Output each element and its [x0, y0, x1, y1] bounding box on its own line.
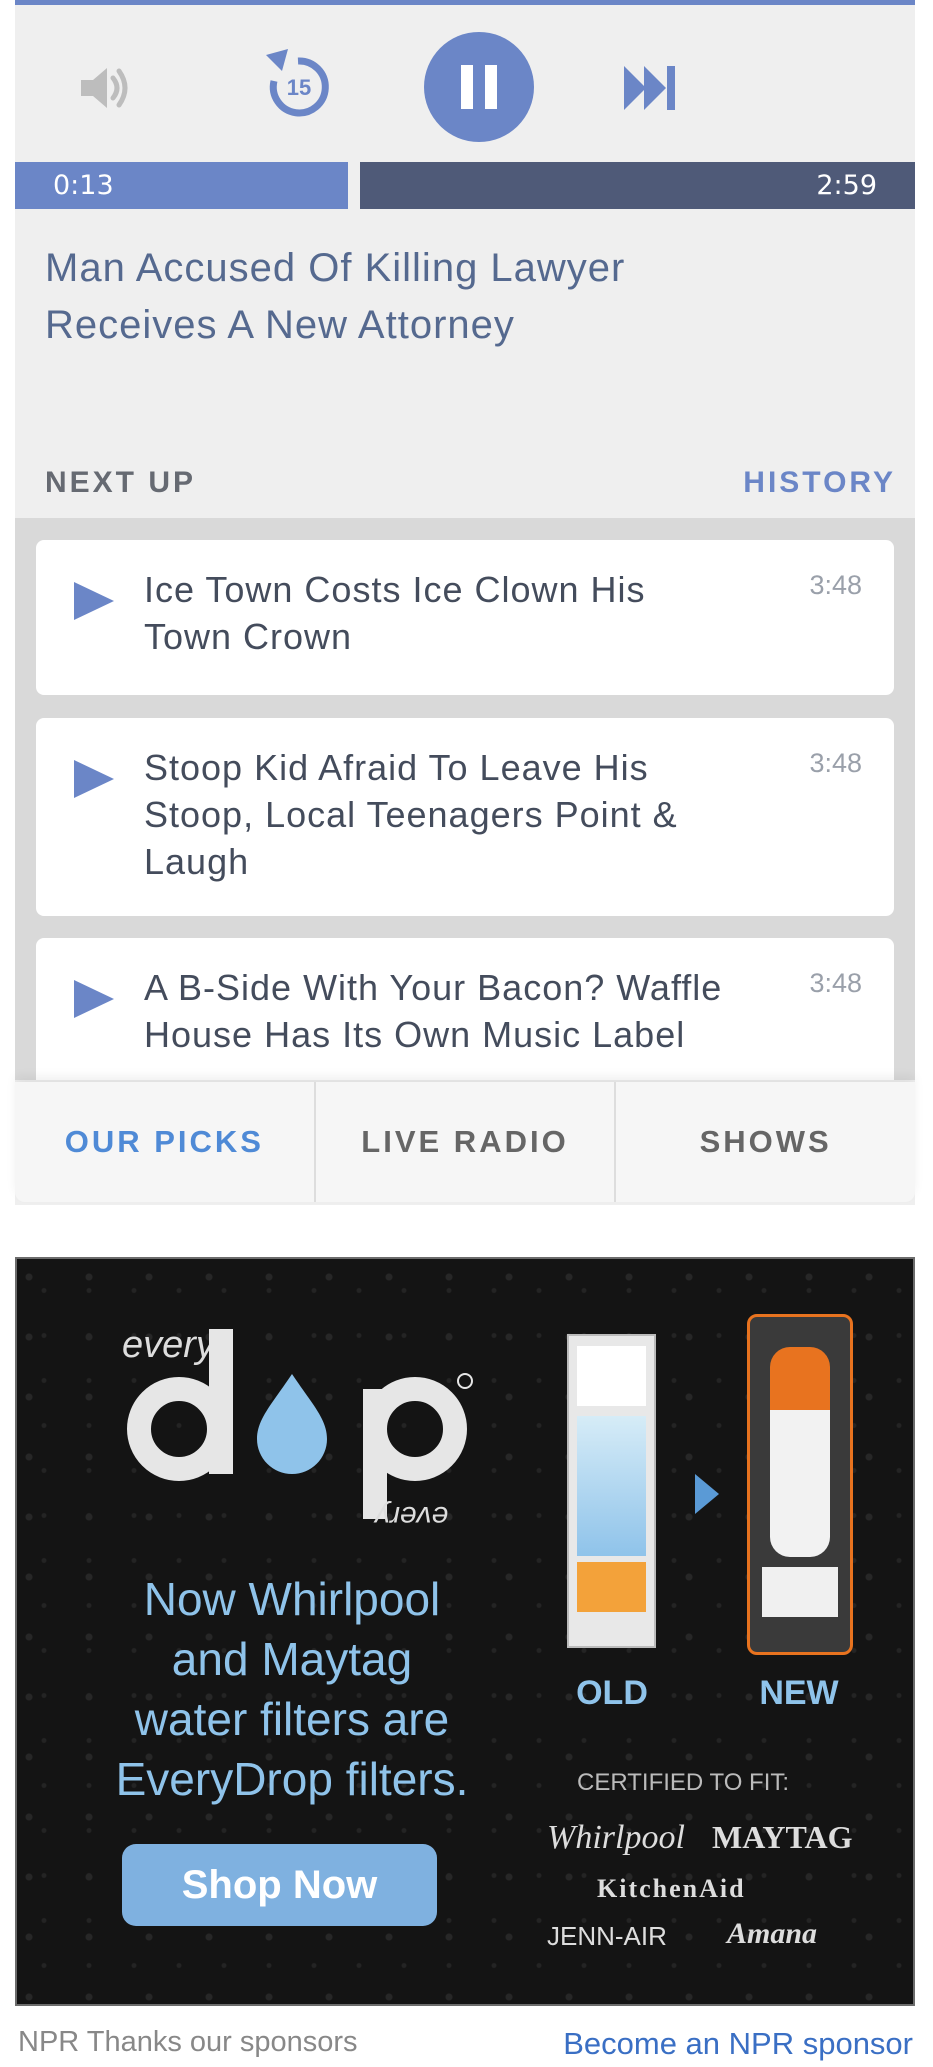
queue-item-title: Ice Town Costs Ice Clown His Town Crown	[144, 569, 646, 657]
current-time: 0:13	[53, 170, 114, 201]
tab-our-picks[interactable]: OUR PICKS	[15, 1082, 314, 1202]
tab-shows[interactable]: SHOWS	[614, 1082, 915, 1202]
play-icon[interactable]	[74, 760, 114, 798]
arrow-icon	[695, 1474, 719, 1514]
ad-line-4: EveryDrop filters.	[115, 1753, 469, 1805]
sponsor-ad[interactable]: every every Now Whirlpool and Maytag wat…	[15, 1257, 915, 2006]
ad-brand-bottom: every	[375, 1500, 449, 1533]
brand-maytag: MAYTAG	[712, 1819, 853, 1855]
brand-amana: Amana	[727, 1917, 818, 1950]
queue-item-duration: 3:48	[809, 748, 862, 778]
become-sponsor-link[interactable]: Become an NPR sponsor	[563, 2026, 913, 2062]
progress-bar-remaining[interactable]: 2:59	[360, 162, 915, 209]
progress-bar-played[interactable]: 0:13	[15, 162, 348, 209]
brand-jennair: JENN-AIR	[547, 1921, 667, 1951]
queue-item[interactable]: A B-Side With Your Bacon? Waffle House H…	[36, 938, 894, 1080]
queue-item[interactable]: Stoop Kid Afraid To Leave His Stoop, Loc…	[36, 718, 894, 916]
next-up-label: NEXT UP	[45, 466, 197, 499]
brand-kitchenaid: KitchenAid	[597, 1874, 746, 1903]
pause-button[interactable]	[424, 32, 534, 142]
ad-line-3: water filters are	[134, 1693, 450, 1745]
bottom-tab-bar: OUR PICKS LIVE RADIO SHOWS	[15, 1082, 915, 1202]
player-top-border	[15, 0, 915, 5]
certified-label: CERTIFIED TO FIT:	[577, 1769, 790, 1796]
sponsor-thanks-text: NPR Thanks our sponsors	[18, 2026, 358, 2058]
now-playing-title: Man Accused Of Killing Lawyer Receives A…	[45, 246, 626, 347]
everydrop-logo	[127, 1329, 473, 1519]
queue-item-title: A B-Side With Your Bacon? Waffle House H…	[144, 967, 723, 1055]
volume-icon[interactable]	[70, 55, 140, 120]
queue-list: Ice Town Costs Ice Clown His Town Crown …	[15, 518, 915, 1080]
play-icon[interactable]	[74, 980, 114, 1018]
queue-item-duration: 3:48	[809, 968, 862, 998]
brand-whirlpool: Whirlpool	[547, 1819, 685, 1856]
play-icon[interactable]	[74, 582, 114, 620]
queue-item[interactable]: Ice Town Costs Ice Clown His Town Crown …	[36, 540, 894, 695]
queue-item-duration: 3:48	[809, 570, 862, 600]
pause-icon-bar	[485, 65, 497, 109]
new-filter-image	[747, 1314, 853, 1655]
new-label: NEW	[759, 1674, 839, 1712]
rewind-15-icon[interactable]: 15	[255, 45, 340, 125]
total-time: 2:59	[816, 170, 877, 201]
skip-next-icon[interactable]	[615, 55, 685, 120]
pause-icon	[461, 65, 473, 109]
shop-now-button[interactable]: Shop Now	[122, 1844, 437, 1926]
tab-live-radio[interactable]: LIVE RADIO	[313, 1082, 615, 1202]
ad-line-1: Now Whirlpool	[143, 1573, 441, 1625]
old-filter-image	[567, 1334, 656, 1648]
old-label: OLD	[576, 1674, 648, 1712]
rewind-label: 15	[286, 75, 310, 100]
queue-item-title: Stoop Kid Afraid To Leave His Stoop, Loc…	[144, 747, 678, 882]
history-link[interactable]: HISTORY	[743, 466, 896, 500]
ad-line-2: and Maytag	[171, 1633, 413, 1685]
